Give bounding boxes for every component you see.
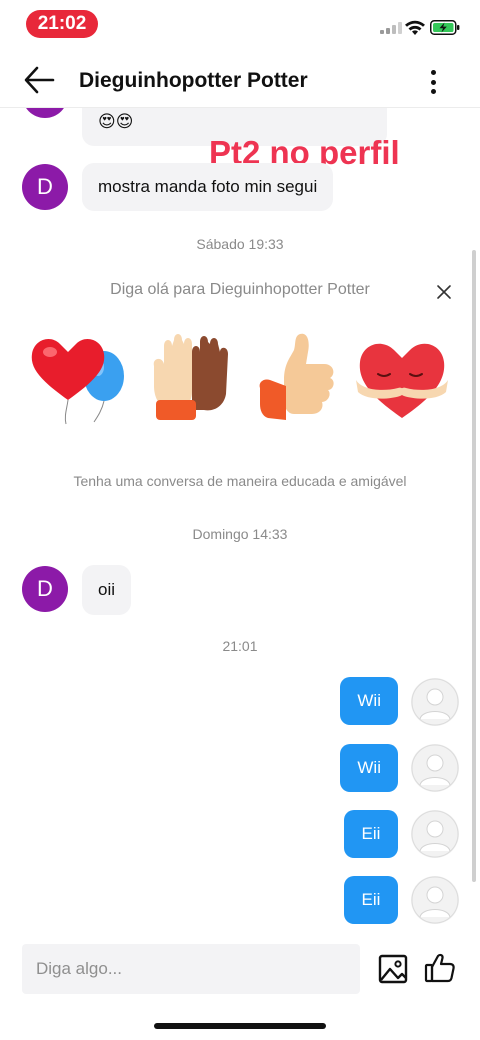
conversation-hint: Tenha uma conversa de maneira educada e … (73, 473, 407, 489)
message-bubble-sent[interactable]: Eii (344, 810, 398, 858)
more-options-icon[interactable] (418, 64, 448, 100)
image-gallery-icon[interactable] (378, 954, 408, 984)
my-avatar (411, 678, 459, 726)
back-arrow-icon[interactable] (20, 62, 60, 98)
timestamp-divider: 21:01 (222, 638, 258, 654)
high-five-icon[interactable] (140, 330, 240, 426)
default-user-icon (411, 876, 459, 924)
thumbs-up-like-icon[interactable] (424, 952, 456, 984)
greeting-prompt: Diga olá para Dieguinhopotter Potter (110, 281, 370, 298)
thumbs-up-icon[interactable] (250, 330, 350, 426)
timestamp-divider: Sábado 19:33 (196, 236, 284, 252)
default-user-icon (411, 810, 459, 858)
message-bubble-sent[interactable]: Wii (340, 744, 398, 792)
contact-avatar[interactable]: D (22, 164, 68, 210)
battery-charging-icon (430, 20, 460, 35)
chat-header: Dieguinhopotter Potter (0, 50, 480, 108)
balloons-heart-icon[interactable] (28, 330, 128, 426)
contact-avatar[interactable]: D (22, 566, 68, 612)
my-avatar (411, 876, 459, 924)
timestamp-divider: Domingo 14:33 (192, 526, 288, 542)
close-icon[interactable] (434, 282, 454, 302)
cellular-signal-icon (380, 22, 402, 34)
contact-name-title[interactable]: Dieguinhopotter Potter (79, 69, 308, 93)
default-user-icon (411, 678, 459, 726)
status-time: 21:02 (26, 10, 98, 38)
chat-scrollbar[interactable] (472, 250, 476, 882)
message-input[interactable] (22, 944, 360, 994)
wifi-icon (405, 20, 425, 35)
message-bubble-received[interactable]: mostra manda foto min segui (82, 163, 334, 211)
hugging-heart-icon[interactable] (352, 330, 452, 426)
message-bubble-received[interactable]: oii (82, 565, 132, 615)
home-indicator[interactable] (154, 1023, 326, 1029)
message-bubble-sent[interactable]: Wii (340, 677, 398, 725)
message-text: oii (98, 580, 116, 599)
my-avatar (411, 810, 459, 858)
message-text: 😍😍 (98, 112, 134, 131)
message-text: mostra manda foto min segui (98, 177, 318, 196)
default-user-icon (411, 744, 459, 792)
status-bar: 21:02 (0, 0, 480, 50)
my-avatar (411, 744, 459, 792)
message-bubble-sent[interactable]: Eii (344, 876, 398, 924)
